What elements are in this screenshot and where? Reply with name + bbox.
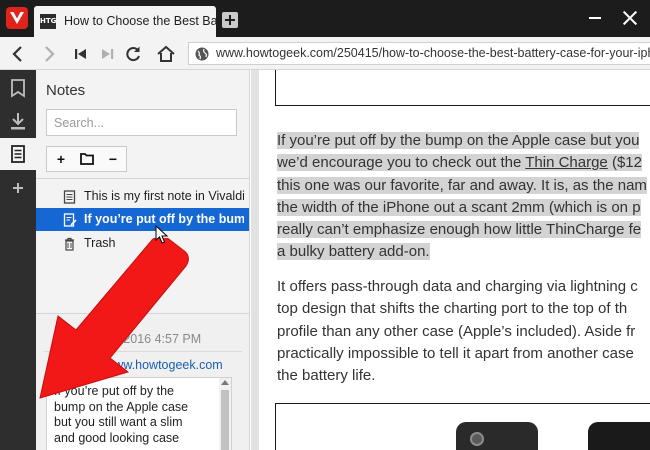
new-tab-plus-icon[interactable] bbox=[222, 12, 238, 28]
plus-icon bbox=[13, 183, 23, 193]
camera-lens bbox=[470, 432, 484, 446]
arrow-right-icon bbox=[45, 46, 55, 62]
htg-favicon-icon: HTG bbox=[40, 14, 56, 29]
article-line: If you’re put off by the bump on the App… bbox=[277, 132, 640, 149]
bookmark-icon bbox=[11, 79, 25, 98]
article-paragraph-1: If you’re put off by the bump on the App… bbox=[277, 130, 650, 264]
article-image-top bbox=[275, 70, 650, 106]
notes-panel-title: Notes bbox=[46, 82, 86, 99]
minimize-icon[interactable] bbox=[589, 17, 601, 19]
folder-icon bbox=[80, 153, 94, 165]
home-icon bbox=[157, 45, 175, 62]
article-line: really can’t emphasize enough how little… bbox=[277, 221, 642, 239]
notes-panel-button[interactable] bbox=[0, 138, 36, 170]
bookmarks-panel-button[interactable] bbox=[0, 72, 36, 104]
battery-case-image bbox=[588, 422, 650, 450]
battery-case-image bbox=[456, 422, 538, 450]
note-body-scrollbar[interactable] bbox=[219, 378, 231, 450]
rewind-button[interactable] bbox=[70, 43, 92, 65]
article-line: this one was our favorite, far and away.… bbox=[277, 176, 647, 194]
notes-icon bbox=[11, 145, 25, 163]
address-bar: www.howtogeek.com/250415/how-to-choose-t… bbox=[0, 37, 650, 70]
notes-toolbar: + − bbox=[46, 146, 127, 172]
article-line: the battery life. bbox=[277, 367, 376, 385]
article-line: we’d encourage you to check out the bbox=[277, 154, 526, 172]
note-icon bbox=[63, 190, 76, 204]
reload-icon bbox=[126, 46, 140, 62]
add-folder-button[interactable] bbox=[74, 147, 100, 171]
note-item-label: This is my first note in Vivaldi bbox=[84, 189, 244, 203]
add-web-panel-button[interactable] bbox=[0, 172, 36, 204]
note-edit-icon bbox=[63, 213, 77, 227]
fast-forward-icon bbox=[102, 49, 114, 59]
notes-search-input[interactable] bbox=[46, 109, 237, 136]
url-field[interactable]: www.howtogeek.com/250415/how-to-choose-t… bbox=[188, 42, 650, 65]
back-button[interactable] bbox=[7, 43, 29, 65]
article-line: ($12 bbox=[607, 154, 642, 172]
scroll-thumb[interactable] bbox=[221, 390, 229, 450]
divider bbox=[36, 178, 249, 179]
downloads-panel-button[interactable] bbox=[0, 106, 36, 138]
url-text: www.howtogeek.com/250415/how-to-choose-t… bbox=[216, 46, 650, 60]
annotation-arrow-icon bbox=[39, 238, 189, 399]
thin-charge-link[interactable]: Thin Charge bbox=[525, 154, 608, 171]
article-line: profile than any other case (Apple’s inc… bbox=[277, 322, 636, 340]
title-bar: HTG How to Choose the Best Battery Case bbox=[0, 0, 650, 37]
article-paragraph-2: It offers pass-through data and charging… bbox=[277, 276, 650, 387]
note-item-first[interactable]: This is my first note in Vivaldi bbox=[36, 185, 249, 208]
tab-active[interactable]: HTG How to Choose the Best Battery Case bbox=[34, 6, 216, 37]
article-line: top design that shifts the charting port… bbox=[277, 300, 628, 318]
arrow-left-icon bbox=[12, 46, 22, 62]
forward-button[interactable] bbox=[38, 43, 60, 65]
note-item-label: If you’re put off by the bump on the App… bbox=[84, 212, 244, 226]
article-image-bottom bbox=[275, 403, 650, 450]
delete-note-button[interactable]: − bbox=[100, 147, 126, 171]
article-line: a bulky battery add-on. bbox=[277, 243, 430, 261]
web-content: If you’re put off by the bump on the App… bbox=[251, 70, 650, 450]
globe-icon bbox=[195, 47, 209, 61]
mouse-cursor-icon bbox=[155, 225, 169, 244]
tab-title: How to Choose the Best Battery Case bbox=[64, 14, 216, 28]
rewind-icon bbox=[75, 49, 86, 59]
download-icon bbox=[11, 113, 25, 130]
article-line: It offers pass-through data and charging… bbox=[277, 278, 638, 295]
fast-forward-button[interactable] bbox=[96, 43, 118, 65]
vivaldi-menu-icon[interactable] bbox=[6, 7, 28, 29]
scroll-up-icon[interactable] bbox=[221, 380, 229, 385]
panel-resize-gutter[interactable] bbox=[251, 70, 259, 450]
reload-button[interactable] bbox=[122, 43, 144, 65]
article-line: the width of the iPhone out a scant 2mm … bbox=[277, 198, 641, 216]
home-button[interactable] bbox=[155, 43, 177, 65]
article-line: practically impossible to tell it apart … bbox=[277, 344, 634, 362]
close-window-icon[interactable] bbox=[620, 8, 640, 28]
add-note-button[interactable]: + bbox=[48, 147, 74, 171]
note-item-selected[interactable]: If you’re put off by the bump on the App… bbox=[36, 208, 249, 231]
